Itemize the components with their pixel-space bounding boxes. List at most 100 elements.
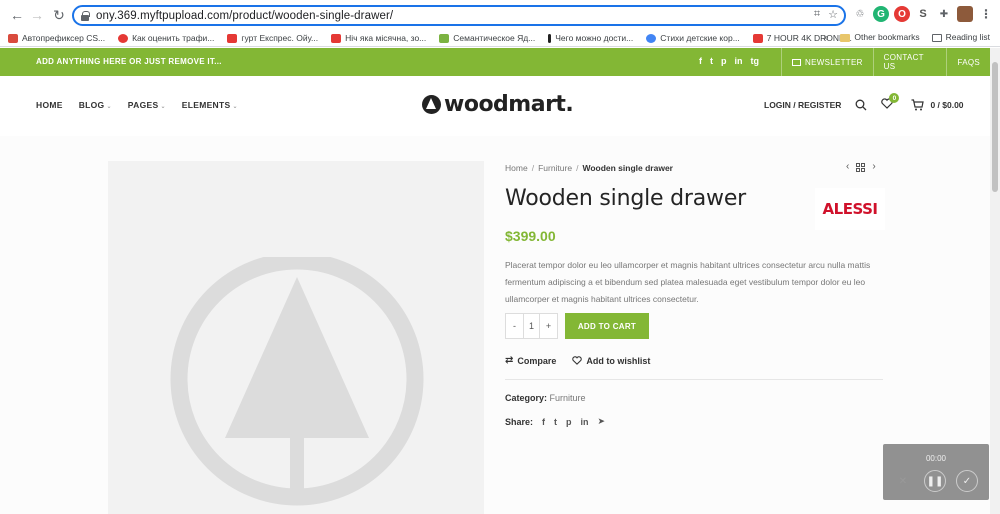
quantity-plus-button[interactable]: + bbox=[540, 314, 557, 338]
nav-item-pages[interactable]: PAGES ⌄ bbox=[128, 100, 166, 110]
pinterest-icon[interactable]: p bbox=[721, 56, 727, 66]
recorder-cancel-icon[interactable]: ✕ bbox=[892, 470, 914, 492]
bookmark-item[interactable]: Автопрефиксер CS... bbox=[8, 33, 105, 43]
other-bookmarks[interactable]: Other bookmarks bbox=[840, 32, 920, 42]
wishlist-count-badge: 0 bbox=[889, 93, 900, 103]
address-bar[interactable]: ony.369.myftpupload.com/product/wooden-s… bbox=[72, 5, 846, 26]
browser-menu-icon[interactable]: ⋮ bbox=[978, 6, 994, 22]
add-to-wishlist-button[interactable]: Add to wishlist bbox=[572, 355, 650, 366]
product-actions: ⇄ Compare Add to wishlist bbox=[505, 355, 650, 366]
telegram-icon[interactable]: tg bbox=[751, 56, 760, 66]
grammarly-extension-icon[interactable]: G bbox=[873, 6, 889, 22]
profile-avatar-icon[interactable] bbox=[957, 6, 973, 22]
screen-recorder-widget: 00:00 ✕ ❚❚ ✓ bbox=[883, 444, 989, 500]
seo-favicon-icon bbox=[439, 33, 450, 43]
breadcrumb: Home / Furniture / Wooden single drawer bbox=[505, 163, 673, 173]
google-favicon-icon bbox=[646, 33, 657, 43]
nav-item-blog[interactable]: BLOG ⌄ bbox=[79, 100, 112, 110]
puzzle-extensions-icon[interactable]: ✚ bbox=[936, 6, 952, 22]
mail-icon bbox=[792, 58, 801, 66]
bookmark-item[interactable]: Ніч яка місячна, зо... bbox=[331, 33, 426, 43]
bookmark-favicon-icon bbox=[118, 33, 129, 43]
bookmarks-bar: Автопрефиксер CS... Как оценить трафи...… bbox=[0, 30, 1000, 47]
cart-total: 0 / $0.00 bbox=[930, 99, 964, 110]
recorder-pause-icon[interactable]: ❚❚ bbox=[924, 470, 946, 492]
browser-toolbar: ← → ↻ ony.369.myftpupload.com/product/wo… bbox=[0, 0, 1000, 30]
faqs-link[interactable]: FAQS bbox=[946, 48, 990, 76]
recorder-confirm-check-icon[interactable]: ✓ bbox=[956, 470, 978, 492]
chevron-down-icon: ⌄ bbox=[232, 104, 238, 110]
bookmark-item[interactable]: Стихи детские кор... bbox=[646, 33, 740, 43]
category-link[interactable]: Furniture bbox=[550, 393, 586, 403]
tree-logo-icon bbox=[422, 95, 441, 114]
page-scrollbar[interactable] bbox=[990, 48, 1000, 514]
lock-icon bbox=[80, 10, 90, 21]
bookmark-favicon-icon bbox=[548, 33, 552, 43]
product-image[interactable] bbox=[108, 161, 484, 514]
login-register-link[interactable]: LOGIN / REGISTER bbox=[764, 100, 841, 110]
breadcrumb-furniture[interactable]: Furniture bbox=[538, 163, 572, 173]
divider bbox=[505, 379, 883, 380]
logo-text: woodmart. bbox=[444, 92, 574, 117]
previous-product-chevron-icon[interactable]: ‹ bbox=[846, 161, 849, 172]
brand-logo[interactable]: ALESSI bbox=[815, 188, 885, 230]
twitter-icon[interactable]: t bbox=[710, 56, 713, 66]
site-topbar: ADD ANYTHING HERE OR JUST REMOVE IT... f… bbox=[0, 48, 990, 76]
bookmark-item[interactable]: гурт Експрес. Ойу... bbox=[227, 33, 318, 43]
reload-icon[interactable]: ↻ bbox=[48, 4, 70, 26]
product-page: Home / Furniture / Wooden single drawer ‹ › … bbox=[0, 136, 990, 514]
add-to-cart-button[interactable]: ADD TO CART bbox=[565, 313, 649, 339]
youtube-icon bbox=[752, 33, 763, 43]
share-facebook-icon[interactable]: f bbox=[542, 417, 545, 427]
nav-item-home[interactable]: HOME bbox=[36, 100, 63, 110]
youtube-icon bbox=[227, 33, 238, 43]
chevron-down-icon: ⌄ bbox=[106, 104, 112, 110]
url-text[interactable]: ony.369.myftpupload.com/product/wooden-s… bbox=[96, 10, 393, 22]
newsletter-link[interactable]: NEWSLETTER bbox=[781, 48, 873, 76]
cart-button[interactable]: 0 / $0.00 bbox=[911, 98, 964, 111]
reading-list-icon bbox=[931, 33, 942, 42]
product-category: Category: Furniture bbox=[505, 393, 586, 403]
share-telegram-icon[interactable]: ➤ bbox=[598, 416, 606, 427]
compare-button[interactable]: ⇄ Compare bbox=[505, 355, 556, 366]
product-title: Wooden single drawer bbox=[505, 186, 747, 211]
back-to-shop-grid-icon[interactable] bbox=[856, 163, 866, 172]
product-price: $399.00 bbox=[505, 228, 556, 244]
reading-list[interactable]: Reading list bbox=[931, 32, 990, 42]
opera-extension-icon[interactable]: O bbox=[894, 6, 910, 22]
heart-icon bbox=[572, 356, 583, 365]
forward-arrow-icon[interactable]: → bbox=[26, 4, 48, 26]
bookmark-item[interactable]: Семантическое Яд... bbox=[439, 33, 535, 43]
nav-item-elements[interactable]: ELEMENTS ⌄ bbox=[182, 100, 238, 110]
product-description: Placerat tempor dolor eu leo ullamcorper… bbox=[505, 260, 871, 304]
bookmark-item[interactable]: Чего можно дости... bbox=[548, 33, 633, 43]
topbar-promo-text: ADD ANYTHING HERE OR JUST REMOVE IT... bbox=[36, 57, 222, 66]
wishlist-button[interactable]: 0 bbox=[881, 93, 900, 111]
qr-code-icon[interactable]: ⌗ bbox=[814, 8, 820, 21]
bookmark-item[interactable]: Как оценить трафи... bbox=[118, 33, 214, 43]
facebook-icon[interactable]: f bbox=[699, 56, 702, 66]
share-twitter-icon[interactable]: t bbox=[554, 417, 557, 427]
breadcrumb-home[interactable]: Home bbox=[505, 163, 528, 173]
recycle-extension-icon[interactable]: ♲ bbox=[852, 6, 868, 22]
back-arrow-icon[interactable]: ← bbox=[6, 4, 28, 26]
recorder-timer: 00:00 bbox=[925, 454, 947, 463]
bookmarks-overflow-chevron-icon[interactable]: » bbox=[824, 32, 829, 42]
contact-us-link[interactable]: CONTACT US bbox=[872, 48, 947, 76]
share-pinterest-icon[interactable]: p bbox=[566, 417, 572, 427]
breadcrumb-current: Wooden single drawer bbox=[582, 163, 673, 173]
share-linkedin-icon[interactable]: in bbox=[581, 417, 589, 427]
placeholder-tree-icon bbox=[170, 257, 424, 506]
bookmark-star-icon[interactable]: ☆ bbox=[828, 8, 838, 21]
search-icon[interactable] bbox=[855, 99, 867, 111]
folder-icon bbox=[840, 33, 851, 42]
scrollbar-thumb[interactable] bbox=[992, 62, 998, 192]
quantity-input[interactable]: 1 bbox=[523, 314, 540, 338]
share-section: Share: f t p in ➤ bbox=[505, 416, 606, 427]
compare-arrows-icon: ⇄ bbox=[505, 355, 514, 366]
s-extension-icon[interactable]: S bbox=[915, 6, 931, 22]
site-logo[interactable]: woodmart. bbox=[422, 92, 574, 117]
linkedin-icon[interactable]: in bbox=[735, 56, 743, 66]
next-product-chevron-icon[interactable]: › bbox=[872, 161, 875, 172]
quantity-minus-button[interactable]: - bbox=[506, 314, 523, 338]
